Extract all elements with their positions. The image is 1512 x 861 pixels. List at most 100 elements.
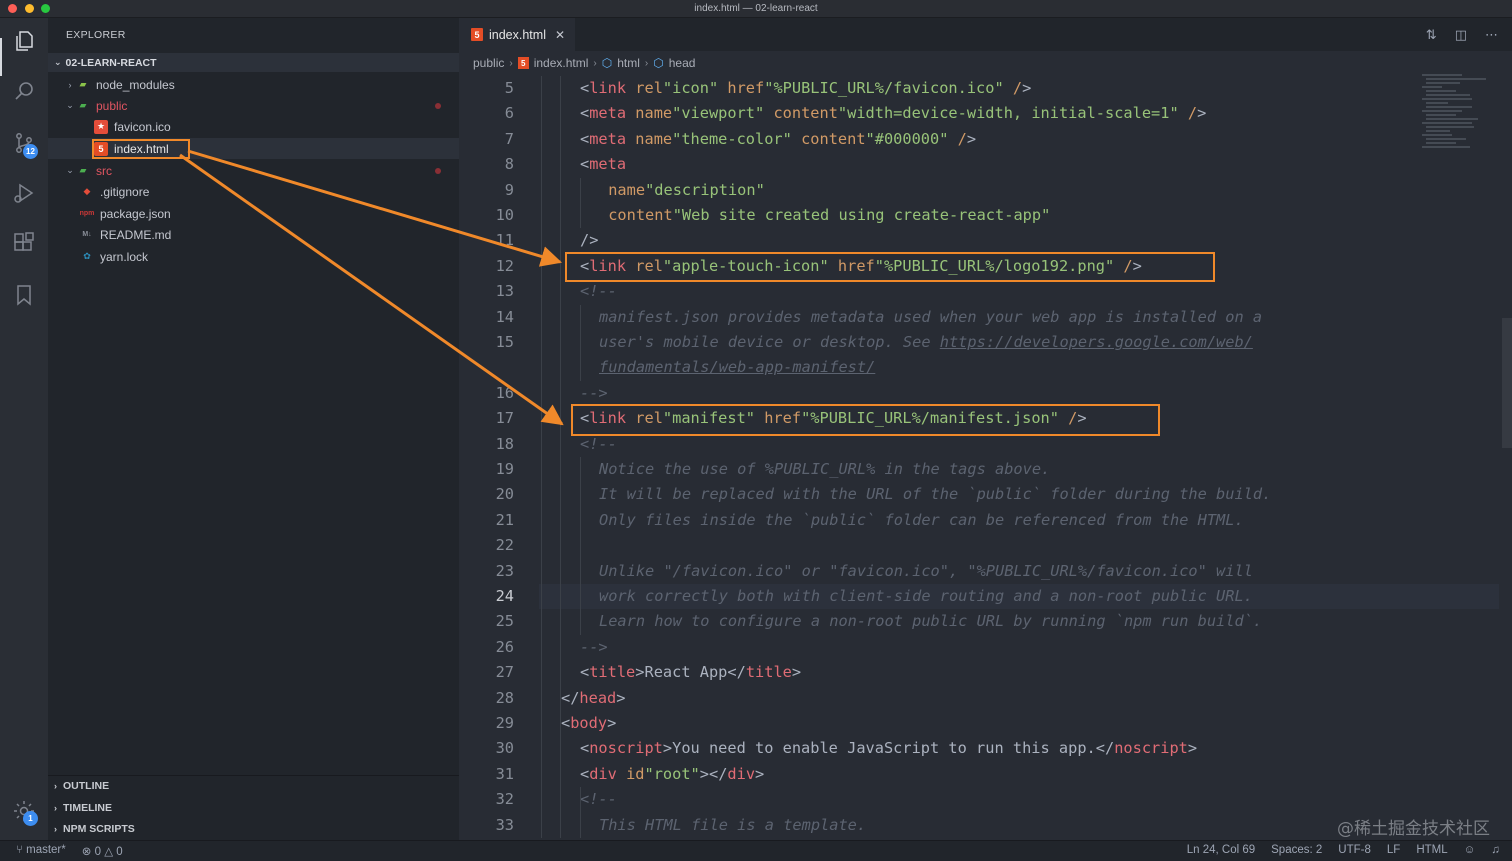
line-number: 19 [495,460,514,478]
indent-guide [560,76,561,838]
minimap-line [1422,134,1452,136]
tab-index-html[interactable]: 5 index.html ✕ [459,18,575,51]
tree-item-package-json[interactable]: npm package.json [48,203,459,224]
line-number: 31 [495,764,514,783]
src-folder-icon: ▰ [79,165,87,175]
code-line[interactable]: 9 name"description" [459,178,1499,203]
line-text: --> [580,637,608,656]
source-control-badge: 12 [23,144,38,159]
code-line[interactable]: 27 <title>React App</title> [459,660,1499,685]
line-text: user's mobile device or desktop. See htt… [599,333,1253,351]
activity-bar: 12 1 [0,18,48,840]
code-line[interactable]: 29 <body> [459,711,1499,736]
problems-indicator[interactable]: ⊗ 0 △ 0 [82,844,123,858]
code-line[interactable]: 8 <meta [459,152,1499,177]
indent-guide [580,304,581,381]
tree-item-src[interactable]: ⌄ ▰ src [48,160,459,181]
code-line[interactable]: 30 <noscript>You need to enable JavaScrip… [459,736,1499,761]
line-number: 15 [495,333,514,351]
feedback-icon[interactable]: ☺ [1464,844,1476,856]
breadcrumb: public › 5 index.html › ⬡ html › ⬡ head [473,54,695,72]
code-line[interactable]: 11 /> [459,228,1499,253]
encoding[interactable]: UTF-8 [1338,844,1371,856]
symbol-element-icon: ⬡ [601,56,613,70]
code-line[interactable]: 21 Only files inside the `public` folder … [459,508,1499,533]
search-icon[interactable] [11,78,37,104]
code-line[interactable]: 6 <meta name"viewport" content"width=devi… [459,101,1499,126]
line-number: 23 [495,561,514,580]
code-line[interactable]: 23 Unlike "/favicon.ico" or "favicon.ico"… [459,559,1499,584]
code-line[interactable]: 16 --> [459,381,1499,406]
npm-scripts-section[interactable]: › NPM SCRIPTS [48,818,459,839]
close-icon[interactable]: ✕ [555,28,565,42]
line-text: Notice the use of %PUBLIC_URL% in the ta… [599,460,1051,478]
bookmarks-icon[interactable] [11,282,37,308]
code-line[interactable]: 28 </head> [459,686,1499,711]
line-number: 30 [495,739,514,758]
code-line[interactable]: 25 Learn how to configure a non-root publ… [459,609,1499,634]
indent-guide [580,457,581,635]
tree-item-node-modules[interactable]: › ▰ node_modules [48,74,459,95]
code-line[interactable]: 14 manifest.json provides metadata used w… [459,305,1499,330]
branch-indicator[interactable]: ⑂ master* [16,844,66,858]
extensions-icon[interactable] [11,230,37,256]
tree-item-gitignore[interactable]: ◆ .gitignore [48,181,459,202]
manifest-highlight-box [571,404,1160,436]
branch-label: master* [26,844,66,856]
cursor-position[interactable]: Ln 24, Col 69 [1187,844,1255,856]
chevron-down-icon: ⌄ [66,100,74,110]
breadcrumb-item[interactable]: index.html [534,56,589,70]
split-editor-icon[interactable]: ◫ [1455,27,1467,43]
language-mode[interactable]: HTML [1416,844,1447,856]
line-text: <noscript>You need to enable JavaScript … [580,739,1198,758]
workspace-folder[interactable]: ⌄ 02-LEARN-REACT [48,53,459,72]
tree-item-public[interactable]: ⌄ ▰ public [48,95,459,116]
code-line[interactable]: 13 <!-- [459,279,1499,304]
more-actions-icon[interactable]: ⋯ [1485,27,1498,43]
breadcrumb-item[interactable]: public [473,56,504,70]
indent-guide [541,76,542,838]
breadcrumb-item[interactable]: head [669,56,696,70]
code-line[interactable]: 5 <link rel"icon" href"%PUBLIC_URL%/favic… [459,76,1499,101]
line-number: 27 [495,663,514,682]
line-number: 11 [495,231,514,250]
minimap-line [1426,90,1456,92]
line-text: <link rel"icon" href"%PUBLIC_URL%/favico… [580,79,1032,97]
line-number: 12 [495,256,514,275]
tree-item-favicon[interactable]: ★ favicon.ico [48,116,459,137]
explorer-icon[interactable] [11,28,37,54]
code-line[interactable]: 22 [459,533,1499,558]
line-number: 33 [495,815,514,834]
line-number: 17 [495,409,514,428]
line-text: <div id"root"></div> [580,764,765,783]
code-line[interactable]: 26 --> [459,635,1499,660]
code-line[interactable]: 24 work correctly both with client-side r… [459,584,1499,609]
indentation[interactable]: Spaces: 2 [1271,844,1322,856]
breadcrumb-item[interactable]: html [617,56,640,70]
code-line[interactable]: 31 <div id"root"></div> [459,762,1499,787]
minimap[interactable] [1422,74,1500,164]
watermark: @稀土掘金技术社区 [1337,819,1490,839]
minimap-line [1426,82,1460,84]
symbol-element-icon: ⬡ [653,56,664,70]
minimap-line [1426,126,1474,128]
code-line[interactable]: fundamentals/web-app-manifest/ [459,355,1499,380]
tree-item-yarn-lock[interactable]: ✿ yarn.lock [48,246,459,267]
code-line[interactable]: 15 user's mobile device or desktop. See h… [459,330,1499,355]
notifications-bell-icon[interactable]: ♫ [1491,844,1500,856]
timeline-section[interactable]: › TIMELINE [48,797,459,818]
end-of-line[interactable]: LF [1387,844,1400,856]
line-number: 22 [495,536,514,555]
tree-item-readme[interactable]: M↓ README.md [48,224,459,245]
line-text: fundamentals/web-app-manifest/ [599,358,876,377]
code-line[interactable]: 32 <!-- [459,787,1499,812]
vertical-scrollbar[interactable] [1502,318,1512,448]
compare-changes-icon[interactable]: ⇅ [1426,27,1437,43]
code-line[interactable]: 20 It will be replaced with the URL of th… [459,482,1499,507]
outline-section[interactable]: › OUTLINE [48,775,459,796]
code-line[interactable]: 19 Notice the use of %PUBLIC_URL% in the … [459,457,1499,482]
section-label: OUTLINE [63,780,110,792]
run-debug-icon[interactable] [11,180,37,206]
code-line[interactable]: 7 <meta name"theme-color" content"#000000… [459,127,1499,152]
code-line[interactable]: 10 content"Web site created using create… [459,203,1499,228]
